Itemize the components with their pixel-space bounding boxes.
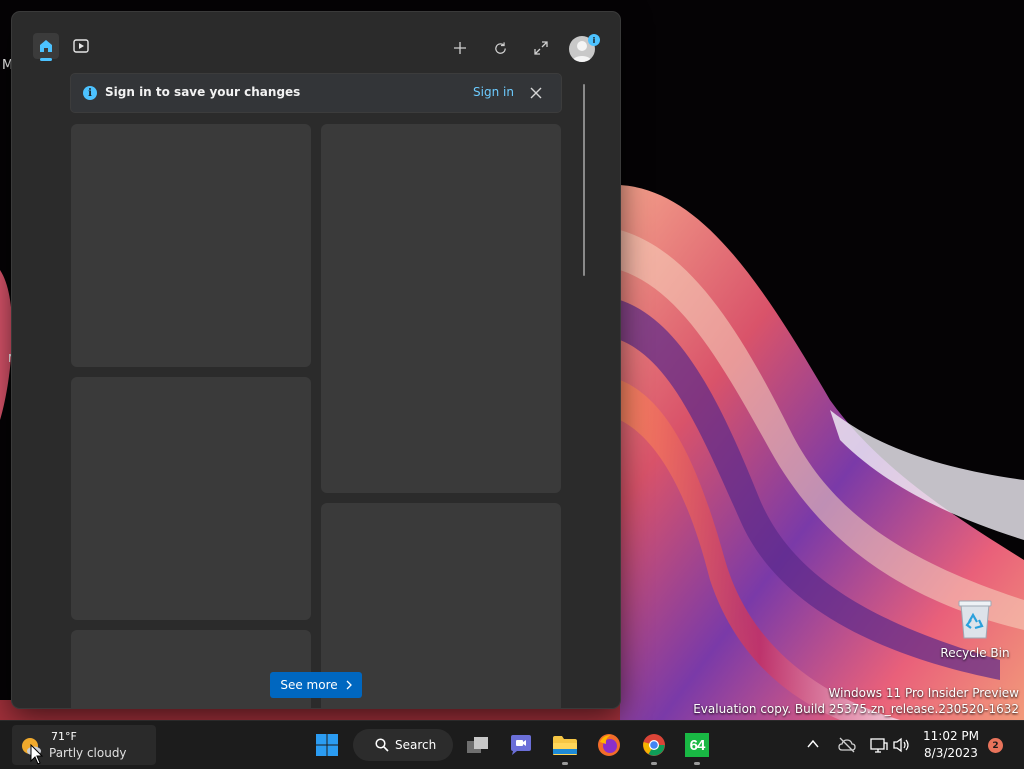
home-icon (40, 40, 52, 52)
weather-condition: Partly cloudy (49, 746, 127, 760)
recycle-bin-shortcut[interactable]: Recycle Bin (940, 598, 1010, 660)
widget-card-placeholder[interactable] (71, 377, 311, 620)
close-icon[interactable] (529, 86, 543, 100)
taskbar-search[interactable]: Search (353, 729, 453, 761)
notification-badge[interactable]: 2 (988, 738, 1003, 753)
refresh-button[interactable] (487, 35, 513, 61)
add-widget-button[interactable] (447, 35, 473, 61)
chrome-button[interactable] (638, 729, 670, 765)
clock-time: 11:02 PM (923, 729, 979, 743)
home-tab[interactable] (33, 33, 59, 61)
taskbar: 71°F Partly cloudy Search 64 11:02 PM 8/… (0, 720, 1024, 769)
firefox-icon (598, 734, 620, 756)
firefox-button[interactable] (593, 729, 625, 761)
video-icon (73, 39, 89, 53)
teams-chat-button[interactable] (505, 729, 537, 761)
onedrive-offline-icon[interactable] (838, 737, 856, 753)
chevron-right-icon (346, 680, 352, 690)
running-indicator (694, 762, 700, 765)
signin-message: Sign in to save your changes (105, 85, 301, 99)
recycle-bin-icon (958, 600, 992, 639)
chevron-up-icon[interactable] (806, 737, 820, 751)
refresh-icon (494, 41, 506, 54)
watermark-build: Evaluation copy. Build 25375.zn_release.… (693, 702, 1019, 716)
task-view-button[interactable] (462, 729, 494, 761)
recycle-bin-label: Recycle Bin (940, 646, 1010, 660)
search-icon (375, 738, 389, 752)
folder-icon (553, 736, 577, 755)
app-64-icon: 64 (685, 733, 709, 757)
profile-info-badge: i (588, 34, 600, 46)
windows-logo-icon (316, 734, 338, 756)
teams-chat-icon (511, 735, 531, 755)
widget-card-placeholder[interactable] (71, 124, 311, 367)
clock-date: 8/3/2023 (924, 746, 978, 760)
chrome-icon (643, 734, 665, 756)
file-explorer-button[interactable] (549, 729, 581, 765)
windows-watermark: Windows 11 Pro Insider Preview Evaluatio… (693, 685, 1019, 717)
running-indicator (651, 762, 657, 765)
start-button[interactable] (311, 729, 343, 761)
scrollbar-thumb[interactable] (583, 84, 585, 276)
task-view-icon (467, 737, 488, 753)
clock[interactable]: 11:02 PM 8/3/2023 (918, 729, 984, 760)
running-indicator (562, 762, 568, 765)
see-more-label: See more (280, 678, 338, 692)
app-64-button[interactable]: 64 (681, 729, 713, 765)
expand-icon (534, 41, 548, 55)
network-icon[interactable] (870, 737, 888, 753)
volume-icon[interactable] (893, 737, 911, 753)
add-icon (454, 42, 466, 54)
weather-temperature: 71°F (51, 730, 77, 743)
expand-button[interactable] (528, 35, 554, 61)
signin-banner: i Sign in to save your changes Sign in (71, 74, 561, 112)
widget-card-placeholder[interactable] (321, 124, 561, 493)
watermark-edition: Windows 11 Pro Insider Preview (828, 686, 1019, 700)
video-tab[interactable] (68, 33, 94, 59)
info-icon: i (83, 86, 97, 100)
signin-link[interactable]: Sign in (473, 85, 514, 99)
mouse-cursor-icon (30, 744, 44, 765)
widgets-board: i i Sign in to save your changes Sign in… (12, 12, 620, 708)
search-label: Search (395, 738, 437, 752)
see-more-button[interactable]: See more (270, 672, 362, 698)
